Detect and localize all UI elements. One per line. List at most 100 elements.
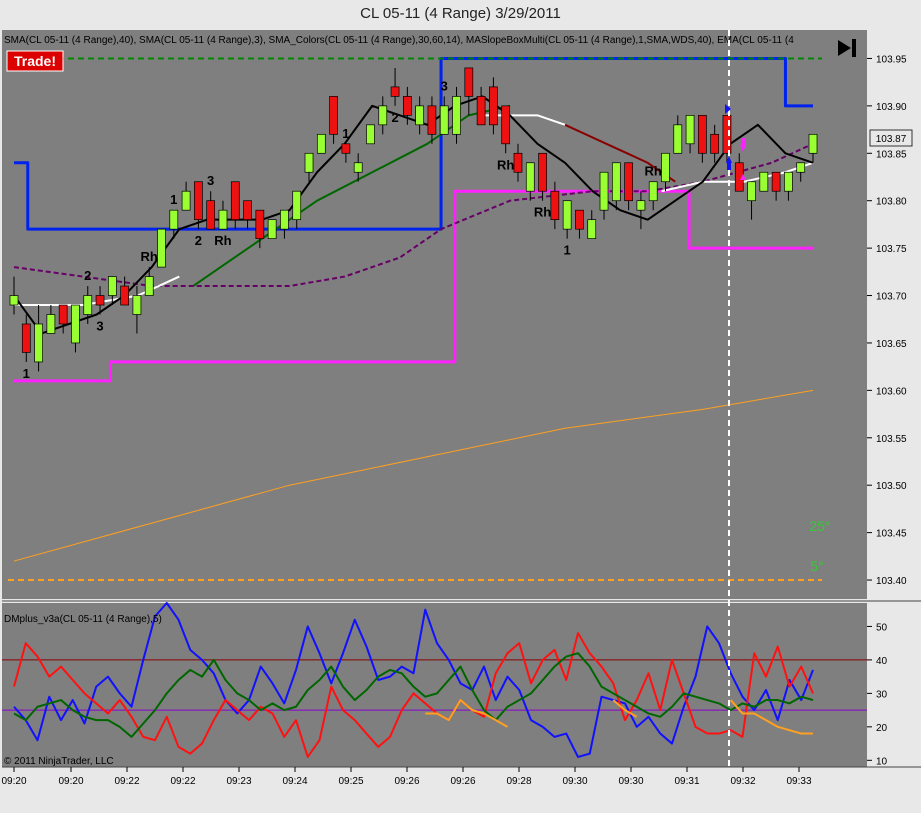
time-tick-label: 09:22 — [170, 776, 195, 787]
bear-candle — [624, 162, 633, 202]
bear-candle — [403, 96, 412, 116]
bear-candle — [476, 96, 486, 126]
trade-button-label: Trade! — [14, 53, 56, 69]
bull-candle — [280, 209, 289, 230]
bull-candle — [378, 105, 388, 126]
chart-window: CL 05-11 (4 Range) 3/29/2011 1 2 3 Rh 1 2 3 Rh 1… — [0, 0, 921, 813]
price-tick-label: 103.70 — [876, 292, 907, 303]
current-price-label: 103.87 — [876, 134, 907, 145]
angle-label-5: 5° — [810, 558, 823, 574]
bar-label: 1 — [170, 192, 177, 207]
price-tick-label: 103.95 — [876, 54, 907, 65]
indicator-tick-label: 30 — [876, 689, 888, 700]
bear-candle — [120, 285, 129, 306]
chart-canvas[interactable]: 1 2 3 Rh 1 2 3 Rh 1 2 3 Rh Rh 1 Rh 103.40 103.45 103.50 1… — [0, 28, 921, 813]
bull-candle — [46, 314, 56, 334]
bull-candle — [83, 295, 93, 315]
bar-label: 3 — [207, 173, 214, 188]
price-tick-label: 103.80 — [876, 197, 907, 208]
bull-candle — [169, 209, 179, 230]
bull-candle — [685, 114, 695, 145]
indicator-tick-label: 50 — [876, 622, 888, 633]
time-tick-label: 09:26 — [394, 776, 419, 787]
bear-candle — [464, 67, 474, 97]
indicator-title: DMplus_v3a(CL 05-11 (4 Range),5) — [4, 614, 162, 625]
bar-label: Rh — [645, 164, 662, 179]
bull-candle — [316, 133, 326, 154]
time-tick-label: 09:32 — [730, 776, 755, 787]
bull-candle — [796, 162, 806, 173]
bear-candle — [230, 181, 240, 221]
bar-label: 1 — [564, 243, 571, 258]
bar-label: Rh — [214, 233, 231, 248]
price-tick-label: 103.45 — [876, 529, 907, 540]
time-tick-label: 09:20 — [1, 776, 26, 787]
bear-candle — [21, 323, 31, 353]
time-tick-label: 09:23 — [226, 776, 251, 787]
time-tick-label: 09:28 — [506, 776, 531, 787]
bull-candle — [759, 171, 769, 192]
indicator-caption: SMA(CL 05-11 (4 Range),40), SMA(CL 05-11… — [4, 35, 794, 46]
bull-candle — [439, 105, 449, 135]
bear-candle — [243, 200, 252, 221]
bull-candle — [132, 295, 142, 315]
bear-candle — [550, 190, 560, 221]
bull-candle — [304, 152, 314, 173]
indicator-tick-label: 10 — [876, 756, 888, 767]
price-tick-label: 103.75 — [876, 244, 907, 255]
bear-candle — [489, 86, 498, 126]
bull-candle — [587, 219, 597, 239]
bear-candle — [206, 200, 216, 230]
bar-label: 2 — [195, 233, 202, 248]
bull-candle — [144, 276, 154, 296]
bull-candle — [808, 133, 818, 154]
bear-candle — [329, 96, 338, 135]
bar-label: 3 — [96, 319, 103, 334]
bull-candle — [366, 124, 375, 145]
bar-label: 2 — [391, 110, 398, 125]
indicator-tick-label: 40 — [876, 656, 888, 667]
bull-candle — [784, 171, 793, 192]
bear-candle — [427, 105, 437, 135]
indicator-tick-label: 20 — [876, 723, 888, 734]
time-tick-label: 09:30 — [618, 776, 643, 787]
bull-candle — [599, 171, 609, 211]
bull-candle — [218, 209, 228, 230]
bull-candle — [611, 162, 621, 202]
bull-candle — [452, 96, 461, 135]
bear-candle — [710, 133, 720, 154]
price-tick-label: 103.85 — [876, 149, 907, 160]
angle-label-25: 25° — [809, 518, 830, 534]
time-tick-label: 09:31 — [674, 776, 699, 787]
bear-candle — [513, 152, 523, 173]
bear-candle — [95, 295, 105, 306]
bear-candle — [194, 181, 203, 221]
bull-candle — [661, 152, 670, 183]
time-tick-label: 09:24 — [282, 776, 307, 787]
bull-candle — [267, 219, 277, 239]
time-tick-label: 09:30 — [562, 776, 587, 787]
current-price-marker: 103.87 — [869, 129, 913, 147]
bear-candle — [341, 143, 351, 154]
price-tick-label: 103.40 — [876, 576, 907, 587]
bar-label: 1 — [342, 126, 349, 141]
bull-candle — [9, 295, 19, 306]
bull-candle — [415, 105, 424, 126]
bull-candle — [636, 200, 646, 211]
bear-candle — [538, 152, 547, 192]
time-tick-label: 09:22 — [114, 776, 139, 787]
bar-label: Rh — [534, 205, 551, 220]
bull-candle — [673, 124, 683, 154]
bar-label: Rh — [141, 249, 158, 264]
time-tick-label: 09:33 — [786, 776, 811, 787]
bull-candle — [107, 276, 117, 296]
time-tick-label: 09:26 — [450, 776, 475, 787]
bear-candle — [575, 209, 584, 230]
price-tick-label: 103.65 — [876, 339, 907, 350]
price-tick-label: 103.60 — [876, 386, 907, 397]
price-tick-label: 103.50 — [876, 481, 907, 492]
bear-candle — [501, 105, 511, 145]
bear-candle — [58, 304, 68, 325]
bear-candle — [390, 86, 400, 97]
price-tick-label: 103.55 — [876, 434, 907, 445]
